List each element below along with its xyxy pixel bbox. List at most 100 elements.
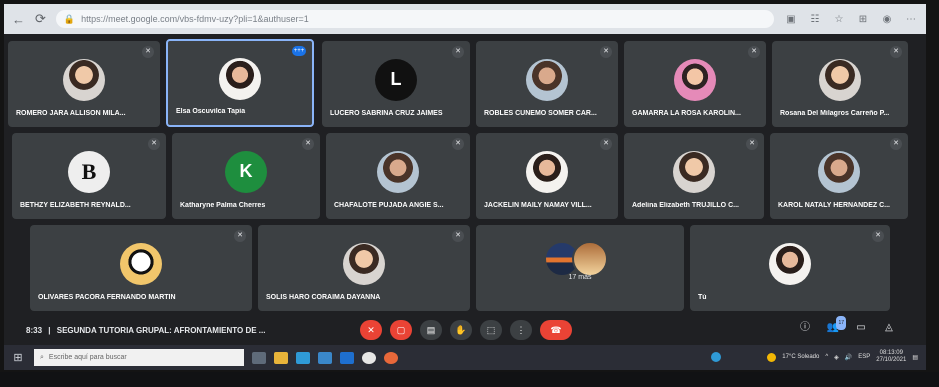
- participant-name: LUCERO SABRINA CRUZ JAIMES: [330, 110, 443, 117]
- participant-name: ROMERO JARA ALLISON MILA...: [16, 110, 126, 117]
- app-tray-icon[interactable]: [711, 352, 722, 362]
- monitor-bezel: [0, 372, 939, 387]
- avatar: K: [225, 150, 267, 193]
- mic-off-icon: ✕: [142, 46, 154, 58]
- activities-icon: ◬: [885, 322, 893, 333]
- mic-off-icon: ✕: [452, 138, 464, 150]
- side-panel-controls: ⓘ 👥 17 ▭ ◬: [798, 316, 896, 335]
- participant-tile[interactable]: ✕ B BETHZY ELIZABETH REYNALD...: [12, 133, 166, 219]
- captions-button[interactable]: ▤: [420, 320, 442, 340]
- participant-tile[interactable]: ✕ GAMARRA LA ROSA KAROLIN...: [624, 41, 766, 127]
- clock[interactable]: 08:13:09 27/10/2021: [876, 350, 906, 364]
- system-tray: 17°C Soleado ^ ◈ 🔊 ESP 08:13:09 27/10/20…: [711, 350, 918, 364]
- captions-icon: ▤: [426, 324, 436, 335]
- meeting-info: 8:33 | SEGUNDA TUTORIA GRUPAL: AFRONTAMI…: [26, 326, 346, 335]
- leave-call-button[interactable]: ☎: [540, 320, 572, 340]
- more-options-button[interactable]: ⋮: [510, 320, 532, 340]
- mic-off-icon: ✕: [302, 138, 314, 150]
- clock-time: 08:13:09: [879, 350, 903, 356]
- participant-tile[interactable]: ✕ Rosana Del Milagros Carreño P...: [772, 41, 908, 127]
- call-controls: ✕ ▢ ▤ ✋ ⬚ ⋮ ☎: [360, 320, 572, 340]
- participant-tile[interactable]: ✕ ROMERO JARA ALLISON MILA...: [8, 41, 160, 127]
- mic-off-icon: ✕: [148, 138, 160, 150]
- participant-tile[interactable]: ✕ JACKELIN MAILY NAMAY VILL...: [476, 133, 618, 219]
- participant-name: Katharyne Palma Cherres: [180, 202, 266, 209]
- mic-off-icon: ✕: [367, 324, 375, 335]
- present-button[interactable]: ⬚: [480, 320, 502, 340]
- collections-icon[interactable]: ⊞: [856, 14, 870, 25]
- chat-button[interactable]: ▭: [854, 321, 868, 335]
- mic-off-icon: ✕: [600, 46, 612, 58]
- mic-off-icon: ✕: [890, 138, 902, 150]
- clock-date: 27/10/2021: [876, 357, 907, 363]
- dropbox-icon[interactable]: [340, 351, 354, 364]
- windows-start-icon[interactable]: ⊞: [10, 351, 26, 364]
- separator: |: [48, 325, 51, 335]
- notifications-icon[interactable]: ▤: [912, 354, 918, 361]
- avatar: [377, 150, 419, 193]
- avatar: [572, 241, 608, 278]
- mic-off-icon: ✕: [234, 230, 246, 242]
- participant-name: CHAFALOTE PUJADA ANGIE S...: [334, 202, 444, 209]
- back-icon[interactable]: ←: [12, 12, 25, 27]
- chrome-icon[interactable]: [384, 351, 398, 364]
- activities-button[interactable]: ◬: [882, 321, 896, 335]
- self-tile[interactable]: ✕ Tú: [690, 225, 890, 311]
- chat-icon: ▭: [856, 322, 866, 333]
- participant-tile[interactable]: ✕ CHAFALOTE PUJADA ANGIE S...: [326, 133, 470, 219]
- participant-name: SOLIS HARO CORAIMA DAYANNA: [266, 294, 381, 301]
- people-button[interactable]: 👥 17: [826, 316, 846, 335]
- participant-tile[interactable]: ✕ K Katharyne Palma Cherres: [172, 133, 320, 219]
- search-icon: ⌕: [40, 353, 44, 361]
- volume-icon[interactable]: 🔊: [845, 354, 852, 361]
- app-icon[interactable]: [362, 351, 376, 364]
- participant-tile[interactable]: ✕ SOLIS HARO CORAIMA DAYANNA: [258, 225, 470, 311]
- avatar: L: [375, 58, 417, 101]
- more-count: 17 más: [568, 274, 592, 281]
- meet-window: ← ⟳ 🔒 https://meet.google.com/vbs-fdmv-u…: [4, 4, 926, 370]
- store-icon[interactable]: [318, 351, 332, 364]
- reload-icon[interactable]: ⟳: [35, 11, 46, 27]
- windows-taskbar: ⊞ ⌕ Escribe aquí para buscar 17°C Solead…: [4, 345, 926, 370]
- favorite-icon[interactable]: ☆: [832, 14, 846, 25]
- participant-tile[interactable]: ✕ OLIVARES PACORA FERNANDO MARTÍN: [30, 225, 252, 311]
- taskbar-search[interactable]: ⌕ Escribe aquí para buscar: [34, 349, 244, 366]
- meeting-toolbar: 8:33 | SEGUNDA TUTORIA GRUPAL: AFRONTAMI…: [4, 315, 926, 345]
- mic-off-icon: ✕: [746, 138, 758, 150]
- participant-tile-active[interactable]: +++ Elsa Oscuvilca Tapia: [166, 39, 314, 127]
- info-button[interactable]: ⓘ: [798, 321, 812, 335]
- lock-icon: 🔒: [63, 13, 76, 24]
- avatar: [219, 57, 261, 100]
- profile-icon[interactable]: ◉: [880, 14, 894, 25]
- tray-chevron-icon[interactable]: ^: [825, 354, 828, 360]
- more-participants-tile[interactable]: 17 más: [476, 225, 684, 311]
- meeting-time: 8:33: [26, 325, 43, 335]
- edge-icon[interactable]: [296, 351, 310, 364]
- participant-name: Rosana Del Milagros Carreño P...: [780, 110, 890, 117]
- participant-name: GAMARRA LA ROSA KAROLIN...: [632, 110, 741, 117]
- network-icon[interactable]: ◈: [834, 354, 839, 361]
- present-icon: ⬚: [486, 324, 496, 335]
- raise-hand-button[interactable]: ✋: [450, 320, 472, 340]
- participant-tile[interactable]: ✕ L LUCERO SABRINA CRUZ JAIMES: [322, 41, 470, 127]
- participant-name: BETHZY ELIZABETH REYNALD...: [20, 202, 131, 209]
- menu-icon[interactable]: ⋯: [904, 14, 918, 25]
- reader-icon[interactable]: ☷: [808, 14, 822, 25]
- participant-name: ROBLES CUNEMO SOMER CAR...: [484, 110, 597, 117]
- file-explorer-icon[interactable]: [274, 351, 288, 364]
- task-view-icon[interactable]: [252, 351, 266, 364]
- avatar: [526, 58, 568, 101]
- participant-tile[interactable]: ✕ Adelina Elizabeth TRUJILLO C...: [624, 133, 764, 219]
- participant-tile[interactable]: ✕ KAROL NATALY HERNÁNDEZ C...: [770, 133, 908, 219]
- camera-icon[interactable]: ▣: [784, 14, 798, 25]
- participant-tile[interactable]: ✕ ROBLES CUNEMO SOMER CAR...: [476, 41, 618, 127]
- language-label[interactable]: ESP: [858, 354, 870, 360]
- browser-toolbar: ← ⟳ 🔒 https://meet.google.com/vbs-fdmv-u…: [4, 4, 926, 34]
- audio-activity-indicator: +++: [292, 46, 306, 56]
- mic-toggle-button[interactable]: ✕: [360, 320, 382, 340]
- avatar: [343, 242, 385, 285]
- address-bar[interactable]: 🔒 https://meet.google.com/vbs-fdmv-uzy?p…: [55, 10, 774, 28]
- camera-toggle-button[interactable]: ▢: [390, 320, 412, 340]
- avatar: [818, 150, 860, 193]
- weather-text[interactable]: 17°C Soleado: [782, 354, 819, 360]
